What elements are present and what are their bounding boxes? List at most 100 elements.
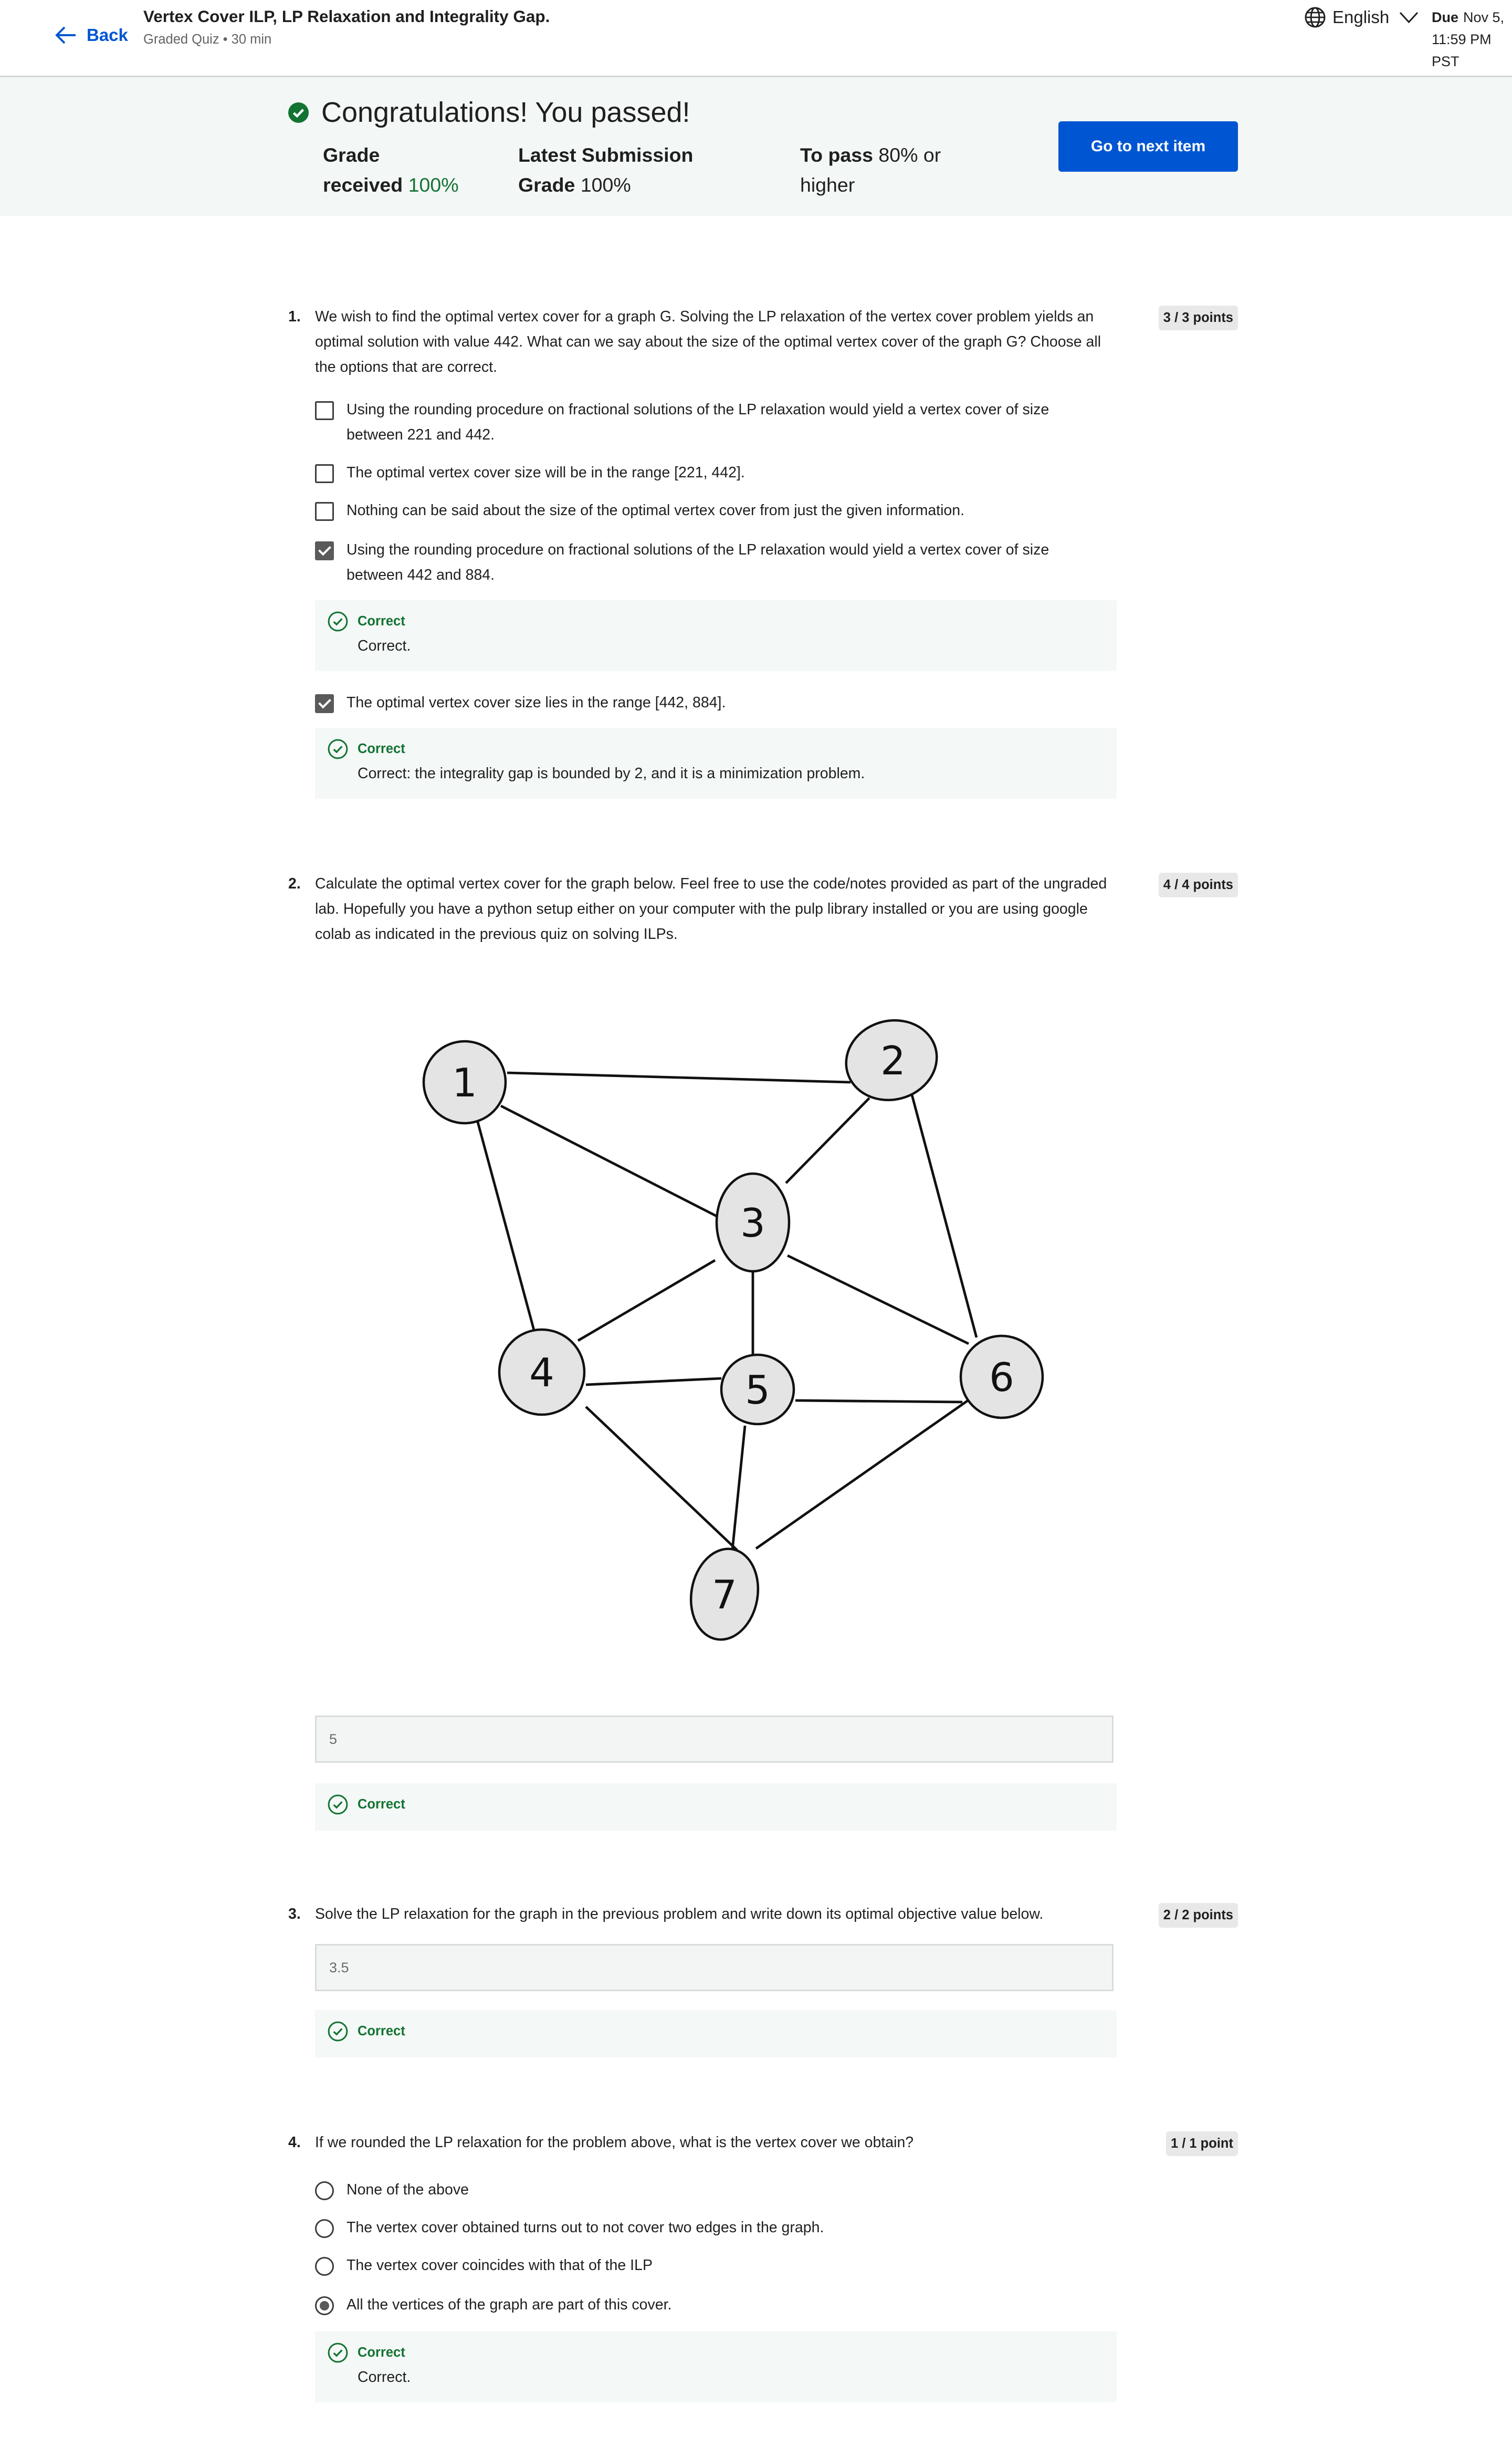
node-label-4: 4 bbox=[529, 1350, 554, 1396]
page-title: Vertex Cover ILP, LP Relaxation and Inte… bbox=[143, 7, 550, 26]
question-text: Solve the LP relaxation for the graph in… bbox=[315, 1906, 1044, 1922]
radio-selected[interactable] bbox=[315, 2296, 334, 2315]
feedback-status: Correct bbox=[328, 2343, 405, 2363]
checkbox-checked[interactable] bbox=[315, 694, 334, 713]
question-text: Calculate the optimal vertex cover for t… bbox=[315, 875, 1107, 943]
points-badge: 4 / 4 points bbox=[1158, 873, 1238, 897]
feedback-status-label: Correct bbox=[358, 2024, 405, 2038]
option-label: The optimal vertex cover size lies in th… bbox=[346, 694, 726, 711]
pass-value-2: higher bbox=[800, 174, 855, 196]
option-checkbox[interactable]: Using the rounding procedure on fraction… bbox=[315, 397, 1102, 447]
node-label-1: 1 bbox=[452, 1060, 477, 1106]
points-badge: 2 / 2 points bbox=[1158, 1903, 1238, 1928]
edge-1-3 bbox=[500, 1104, 718, 1218]
option-checkbox[interactable]: Nothing can be said about the size of th… bbox=[315, 498, 1102, 523]
edge-6-7 bbox=[755, 1398, 971, 1550]
feedback-status: Correct bbox=[328, 611, 405, 632]
feedback-status-label: Correct bbox=[358, 614, 405, 629]
latest-label-2: Grade bbox=[518, 174, 575, 196]
option-label: None of the above bbox=[346, 2181, 469, 2198]
radio-unselected[interactable] bbox=[315, 2256, 334, 2276]
feedback-status-label: Correct bbox=[358, 2345, 405, 2360]
option-label: The vertex cover obtained turns out to n… bbox=[346, 2219, 824, 2236]
question-number: 1. bbox=[288, 308, 301, 325]
option-label: The optimal vertex cover size will be in… bbox=[346, 464, 745, 481]
feedback-box: Correct bbox=[315, 2010, 1117, 2057]
latest-value: 100% bbox=[580, 174, 631, 196]
option-checkbox[interactable]: Using the rounding procedure on fraction… bbox=[315, 537, 1102, 588]
check-circle-outline-icon bbox=[328, 2343, 348, 2363]
language-label: English bbox=[1332, 7, 1390, 27]
pass-message-text: Congratulations! You passed! bbox=[321, 97, 690, 128]
node-label-6: 6 bbox=[989, 1354, 1014, 1400]
feedback-status: Correct bbox=[328, 739, 405, 759]
due-date-value: Nov 5, bbox=[1463, 9, 1505, 25]
pass-message: Congratulations! You passed! bbox=[288, 96, 690, 129]
feedback-text: Correct: the integrality gap is bounded … bbox=[358, 765, 865, 782]
edge-3-6 bbox=[786, 1254, 970, 1345]
language-selector[interactable]: English bbox=[1304, 6, 1425, 28]
node-label-7: 7 bbox=[712, 1572, 737, 1618]
feedback-text: Correct. bbox=[358, 637, 411, 654]
due-label: Due bbox=[1432, 9, 1459, 25]
edge-5-7 bbox=[731, 1425, 747, 1551]
back-button[interactable]: Back bbox=[55, 25, 128, 45]
option-radio[interactable]: The vertex cover obtained turns out to n… bbox=[315, 2215, 1102, 2240]
edge-2-6 bbox=[910, 1094, 978, 1338]
feedback-box: Correct Correct. bbox=[315, 2331, 1117, 2402]
chevron-down-icon bbox=[1400, 12, 1419, 24]
edge-2-3 bbox=[785, 1097, 870, 1184]
points-badge: 1 / 1 point bbox=[1166, 2131, 1238, 2156]
grade-label: Grade bbox=[323, 144, 380, 166]
graph-edges bbox=[476, 1071, 978, 1551]
feedback-status-label: Correct bbox=[358, 741, 405, 756]
check-circle-outline-icon bbox=[328, 2021, 348, 2042]
node-label-5: 5 bbox=[745, 1367, 770, 1413]
option-radio[interactable]: The vertex cover coincides with that of … bbox=[315, 2253, 1102, 2278]
radio-unselected[interactable] bbox=[315, 2181, 334, 2200]
question-number: 2. bbox=[288, 875, 301, 892]
question-text: If we rounded the LP relaxation for the … bbox=[315, 2134, 914, 2151]
check-circle-icon bbox=[288, 102, 309, 123]
check-circle-outline-icon bbox=[328, 739, 348, 759]
radio-unselected[interactable] bbox=[315, 2219, 334, 2238]
grade-value: 100% bbox=[408, 174, 459, 196]
edge-4-5 bbox=[585, 1377, 722, 1386]
checkbox-unchecked[interactable] bbox=[315, 464, 334, 483]
checkbox-unchecked[interactable] bbox=[315, 401, 334, 420]
option-label: All the vertices of the graph are part o… bbox=[346, 2296, 672, 2313]
node-label-3: 3 bbox=[740, 1200, 765, 1246]
question-text: We wish to find the optimal vertex cover… bbox=[315, 308, 1101, 375]
feedback-status: Correct bbox=[328, 1794, 405, 1815]
checkbox-checked[interactable] bbox=[315, 541, 334, 560]
option-checkbox[interactable]: The optimal vertex cover size will be in… bbox=[315, 460, 1102, 485]
edge-4-7 bbox=[585, 1406, 738, 1551]
back-label: Back bbox=[87, 25, 128, 45]
pass-value: 80% or bbox=[878, 144, 941, 166]
node-label-2: 2 bbox=[880, 1038, 906, 1084]
question-number: 3. bbox=[288, 1906, 301, 1922]
edge-3-4 bbox=[577, 1259, 716, 1342]
option-label: Using the rounding procedure on fraction… bbox=[346, 541, 1049, 583]
pass-threshold: To pass 80% or higher bbox=[800, 140, 941, 200]
graph-figure: 1 2 3 4 5 6 7 bbox=[422, 1019, 1044, 1641]
option-checkbox[interactable]: The optimal vertex cover size lies in th… bbox=[315, 690, 1102, 715]
option-label: Using the rounding procedure on fraction… bbox=[346, 401, 1049, 443]
top-bar: Back Vertex Cover ILP, LP Relaxation and… bbox=[0, 0, 1512, 77]
checkbox-unchecked[interactable] bbox=[315, 501, 334, 521]
latest-label: Latest Submission bbox=[518, 144, 694, 166]
option-radio[interactable]: None of the above bbox=[315, 2177, 1102, 2202]
go-to-next-item-button[interactable]: Go to next item bbox=[1058, 121, 1238, 172]
question-number: 4. bbox=[288, 2134, 301, 2151]
feedback-text: Correct. bbox=[358, 2369, 411, 2386]
result-banner: Congratulations! You passed! Grade recei… bbox=[0, 77, 1512, 216]
quiz-title-block: Vertex Cover ILP, LP Relaxation and Inte… bbox=[143, 6, 550, 52]
edge-1-2 bbox=[507, 1071, 851, 1084]
latest-submission-grade: Latest Submission Grade 100% bbox=[518, 140, 693, 200]
answer-input[interactable]: 3.5 bbox=[315, 1944, 1114, 1991]
answer-input[interactable]: 5 bbox=[315, 1716, 1114, 1763]
option-label: Nothing can be said about the size of th… bbox=[346, 502, 965, 519]
option-radio[interactable]: All the vertices of the graph are part o… bbox=[315, 2292, 1102, 2317]
feedback-status-label: Correct bbox=[358, 1797, 405, 1812]
edge-5-6 bbox=[795, 1399, 963, 1404]
